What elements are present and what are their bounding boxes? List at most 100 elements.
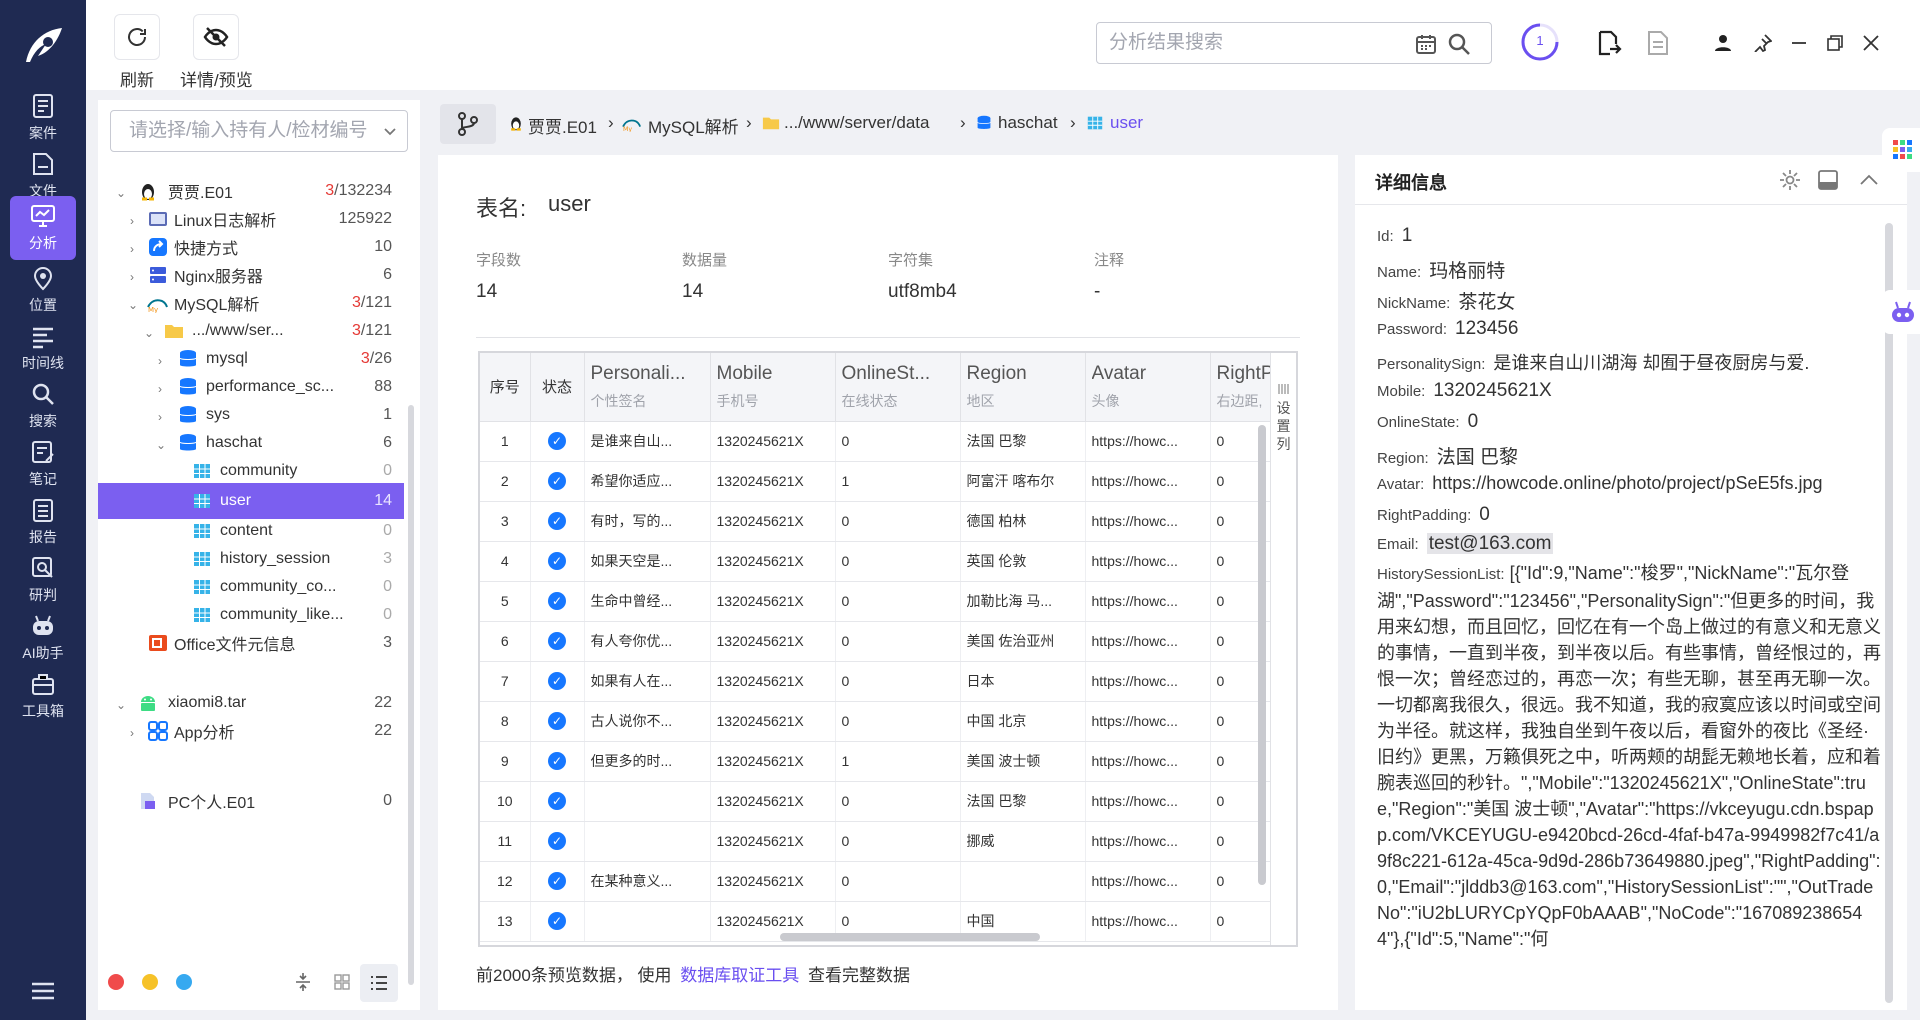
tree-node[interactable]: PC个人.E01 0 bbox=[98, 784, 404, 818]
table-cell: 中国 北京 bbox=[960, 701, 1086, 742]
branch-button[interactable] bbox=[440, 104, 496, 144]
table-cell: 0 bbox=[835, 661, 961, 702]
table-cell: ✓ bbox=[530, 541, 585, 582]
column-header[interactable]: OnlineSt... 在线状态 bbox=[835, 353, 961, 422]
column-header[interactable]: Mobile 手机号 bbox=[710, 353, 836, 422]
table-row[interactable]: 10 ✓ 1320245621X 0 法国 巴黎 https://howc... 0 bbox=[480, 781, 1281, 822]
column-settings-label: 设置列 bbox=[1276, 400, 1291, 452]
yellow-tag-dot[interactable] bbox=[142, 974, 158, 990]
table-cell: ✓ bbox=[530, 581, 585, 622]
detail-scrollbar[interactable] bbox=[1885, 223, 1893, 1003]
nav-item-report[interactable]: 报告 bbox=[10, 490, 76, 554]
table-row[interactable]: 8 ✓ 古人说你不... 1320245621X 0 中国 北京 https://howc.… bbox=[480, 701, 1281, 742]
table-row[interactable]: 3 ✓ 有时，写的... 1320245621X 0 德国 柏林 https://howc.… bbox=[480, 501, 1281, 542]
menu-icon[interactable] bbox=[30, 982, 56, 1000]
minimize-icon[interactable] bbox=[1790, 34, 1808, 52]
column-header[interactable]: 序号 bbox=[480, 353, 531, 422]
tree-node[interactable]: Office文件元信息 3 bbox=[98, 626, 404, 660]
table-row[interactable]: 6 ✓ 有人夸你优... 1320245621X 0 美国 佐治亚州 https://how… bbox=[480, 621, 1281, 662]
table-row[interactable]: 1 ✓ 是谁来自山... 1320245621X 0 法国 巴黎 https://howc.… bbox=[480, 421, 1281, 462]
status-check-icon: ✓ bbox=[548, 792, 566, 810]
user-icon[interactable] bbox=[1714, 34, 1732, 52]
table-row[interactable]: 12 ✓ 在某种意义... 1320245621X 0 https://howc... 0 bbox=[480, 861, 1281, 902]
nav-item-case[interactable]: 案件 bbox=[10, 86, 76, 150]
table-cell: 1320245621X bbox=[710, 541, 836, 582]
chevron-right-icon[interactable]: › bbox=[130, 242, 140, 256]
database-icon bbox=[179, 350, 197, 367]
blue-tag-dot[interactable] bbox=[176, 974, 192, 990]
owner-select-input[interactable] bbox=[129, 120, 369, 142]
chevron-right-icon[interactable]: › bbox=[130, 726, 140, 740]
table-cell: 0 bbox=[835, 821, 961, 862]
nav-item-note[interactable]: 笔记 bbox=[10, 432, 76, 496]
breadcrumb-item[interactable]: MySQL解析 bbox=[648, 113, 739, 138]
table-cell: 4 bbox=[480, 541, 531, 582]
side-ai-tab[interactable] bbox=[1882, 290, 1920, 334]
list-view-icon bbox=[371, 976, 387, 990]
table-cell: 如果有人在... bbox=[584, 661, 711, 702]
chevron-right-icon[interactable]: › bbox=[158, 382, 168, 396]
calendar-icon[interactable] bbox=[1415, 33, 1437, 55]
table-cell: 12 bbox=[480, 861, 531, 902]
chevron-down-icon[interactable]: ⌄ bbox=[128, 298, 138, 312]
breadcrumb-item[interactable]: 贾贾.E01 bbox=[528, 113, 597, 138]
chevron-down-icon[interactable]: ⌄ bbox=[116, 698, 126, 712]
breadcrumb: 贾贾.E01 › My MySQL解析 › .../www/server/dat… bbox=[438, 100, 1908, 146]
table-row[interactable]: 2 ✓ 希望你适应... 1320245621X 1 阿富汗 喀布尔 https://how… bbox=[480, 461, 1281, 502]
nav-item-ai-assistant[interactable]: AI助手 bbox=[10, 606, 76, 670]
chevron-down-icon[interactable]: ⌄ bbox=[144, 326, 154, 340]
table-row[interactable]: 4 ✓ 如果天空是... 1320245621X 0 英国 伦敦 https://howc.… bbox=[480, 541, 1281, 582]
column-settings-button[interactable]: 设置列 bbox=[1270, 353, 1296, 945]
pin-icon[interactable] bbox=[1754, 34, 1772, 52]
table-row[interactable]: 5 ✓ 生命中曾经... 1320245621X 0 加勒比海 马... https://h… bbox=[480, 581, 1281, 622]
list-view-button[interactable] bbox=[360, 964, 398, 1002]
collapse-vertical-icon[interactable] bbox=[294, 972, 312, 992]
chevron-right-icon[interactable]: › bbox=[158, 410, 168, 424]
chevron-up-icon[interactable] bbox=[1859, 171, 1879, 189]
chevron-right-icon[interactable]: › bbox=[158, 354, 168, 368]
forensics-tool-link[interactable]: 数据库取证工具 bbox=[680, 966, 799, 985]
nav-item-toolbox[interactable]: 工具箱 bbox=[10, 664, 76, 728]
restore-icon[interactable] bbox=[1826, 34, 1844, 52]
export-icon[interactable] bbox=[1596, 30, 1622, 56]
chevron-right-icon[interactable]: › bbox=[130, 270, 140, 284]
table-horizontal-scrollbar[interactable] bbox=[780, 933, 1040, 941]
table-cell: 1320245621X bbox=[710, 861, 836, 902]
preview-footer-prefix: 前2000条预览数据， 使用 bbox=[476, 966, 672, 985]
nav-item-search[interactable]: 搜索 bbox=[10, 374, 76, 438]
breadcrumb-item[interactable]: haschat bbox=[998, 113, 1058, 133]
detail-preview-button[interactable]: 详情/预览 bbox=[180, 14, 253, 91]
grid-view-icon[interactable] bbox=[334, 974, 350, 990]
document-icon[interactable] bbox=[1646, 30, 1670, 56]
breadcrumb-current[interactable]: user bbox=[1110, 113, 1143, 133]
panel-layout-icon[interactable] bbox=[1817, 169, 1839, 191]
close-icon[interactable] bbox=[1862, 34, 1880, 52]
breadcrumb-item[interactable]: .../www/server/data bbox=[784, 113, 930, 133]
owner-select[interactable] bbox=[110, 110, 408, 152]
tree-scrollbar[interactable] bbox=[408, 405, 414, 985]
chevron-right-icon[interactable]: › bbox=[130, 214, 140, 228]
table-row[interactable]: 9 ✓ 但更多的时... 1320245621X 1 美国 波士顿 https://howc… bbox=[480, 741, 1281, 782]
chevron-down-icon[interactable]: ⌄ bbox=[116, 186, 126, 200]
nav-item-location[interactable]: 位置 bbox=[10, 258, 76, 322]
gear-icon[interactable] bbox=[1779, 169, 1801, 191]
result-search-input[interactable] bbox=[1109, 31, 1409, 55]
column-header[interactable]: Personali... 个性签名 bbox=[584, 353, 711, 422]
table-vertical-scrollbar[interactable] bbox=[1258, 425, 1266, 885]
column-header[interactable]: Region 地区 bbox=[960, 353, 1086, 422]
search-icon[interactable] bbox=[1447, 32, 1471, 56]
table-row[interactable]: 7 ✓ 如果有人在... 1320245621X 0 日本 https://howc... 0 bbox=[480, 661, 1281, 702]
table-row[interactable]: 11 ✓ 1320245621X 0 挪威 https://howc... 0 bbox=[480, 821, 1281, 862]
chevron-down-icon[interactable]: ⌄ bbox=[156, 438, 166, 452]
nav-item-judge[interactable]: 研判 bbox=[10, 548, 76, 612]
tree-node[interactable]: › App分析 22 bbox=[98, 714, 404, 748]
column-header[interactable]: Avatar 头像 bbox=[1085, 353, 1211, 422]
left-nav: 案件 文件 分析 位置 时间线 搜索 笔记 报告 研判 AI助手 工具箱 bbox=[0, 0, 86, 1020]
column-header[interactable]: 状态 bbox=[530, 353, 585, 422]
task-progress-ring[interactable]: 1 bbox=[1520, 22, 1560, 62]
nav-item-analysis[interactable]: 分析 bbox=[10, 196, 76, 260]
refresh-button[interactable]: 刷新 bbox=[114, 14, 160, 91]
red-tag-dot[interactable] bbox=[108, 974, 124, 990]
side-apps-tab[interactable] bbox=[1882, 128, 1920, 172]
nav-item-timeline[interactable]: 时间线 bbox=[10, 316, 76, 380]
